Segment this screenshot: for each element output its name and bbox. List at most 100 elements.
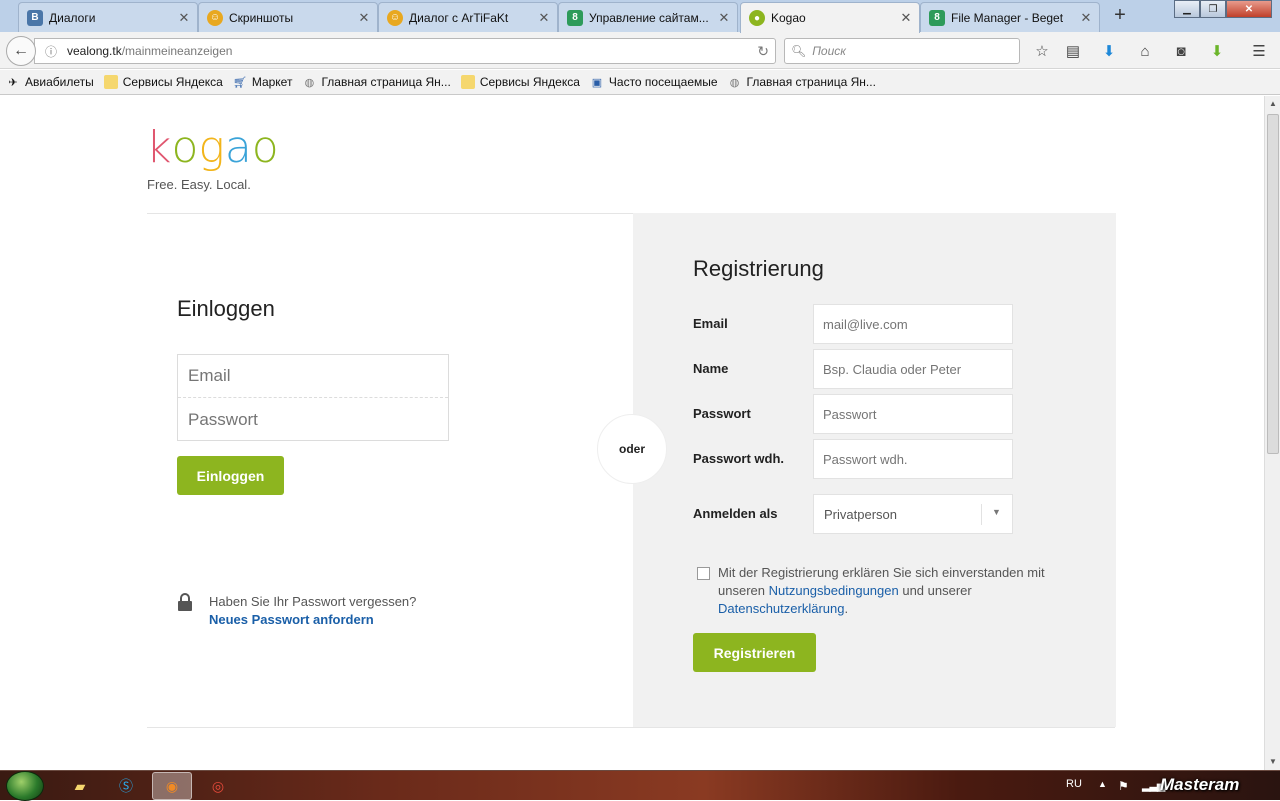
download-helper-icon[interactable]: ⬇ bbox=[1206, 40, 1228, 62]
info-icon[interactable]: ⓘ bbox=[41, 43, 61, 60]
close-window-button[interactable]: ✕ bbox=[1226, 0, 1272, 18]
chrome-icon[interactable]: ◎ bbox=[198, 772, 238, 800]
tab-strip: B Диалоги ✕ ☺ Скриншоты ✕ ☺ Диалог с ArT… bbox=[0, 0, 1280, 33]
registration-title: Registrierung bbox=[693, 256, 824, 281]
tab-screenshots[interactable]: ☺ Скриншоты ✕ bbox=[198, 2, 378, 32]
scroll-thumb[interactable] bbox=[1267, 114, 1279, 454]
reload-icon[interactable]: ↻ bbox=[757, 43, 769, 60]
tray-expand-icon[interactable]: ▲ bbox=[1098, 779, 1107, 789]
home-icon[interactable]: ⌂ bbox=[1134, 40, 1156, 62]
tab-file-manager[interactable]: 8 File Manager - Beget ✕ bbox=[920, 2, 1100, 32]
close-icon[interactable]: ✕ bbox=[717, 10, 731, 26]
register-button[interactable]: Registrieren bbox=[693, 633, 816, 672]
windows-taskbar: ▰ Ⓢ ◉ ◎ RU ▲ ⚑ ▂▃▅ Masteram bbox=[0, 770, 1280, 801]
account-type-label: Anmelden als bbox=[693, 506, 778, 521]
folder-icon bbox=[103, 75, 118, 89]
smiley-icon: ☺ bbox=[387, 9, 403, 26]
new-tab-button[interactable]: + bbox=[1108, 4, 1132, 28]
search-bar[interactable]: 🔍︎ Поиск bbox=[784, 38, 1020, 64]
login-button[interactable]: Einloggen bbox=[177, 456, 284, 495]
close-icon[interactable]: ✕ bbox=[537, 10, 551, 26]
tab-dialogi[interactable]: B Диалоги ✕ bbox=[18, 2, 198, 32]
scroll-up-arrow[interactable]: ▲ bbox=[1265, 96, 1280, 112]
forgot-password-text: Haben Sie Ihr Passwort vergessen? bbox=[209, 594, 417, 609]
bookmark-label: Сервисы Яндекса bbox=[479, 75, 580, 89]
scroll-down-arrow[interactable]: ▼ bbox=[1265, 754, 1280, 770]
watermark-logo: Masteram bbox=[1160, 775, 1240, 794]
footer-divider bbox=[147, 727, 1115, 728]
pocket-icon[interactable]: ◙ bbox=[1170, 40, 1192, 62]
bookmark-yandex-services[interactable]: Сервисы Яндекса bbox=[103, 75, 223, 89]
url-text[interactable]: vealong.tk/mainmeineanzeigen bbox=[67, 44, 232, 58]
login-title: Einloggen bbox=[177, 296, 275, 321]
bookmark-market[interactable]: 🛒︎ Маркет bbox=[233, 75, 293, 89]
tab-site-management[interactable]: 8 Управление сайтам... ✕ bbox=[558, 2, 738, 32]
bookmark-aviabilety[interactable]: ✈ Авиабилеты bbox=[6, 75, 94, 89]
download-icon[interactable]: ⬇ bbox=[1098, 40, 1120, 62]
login-form bbox=[177, 354, 449, 441]
tagline: Free. Easy. Local. bbox=[147, 177, 251, 192]
page-scrollbar[interactable]: ▲ ▼ bbox=[1264, 96, 1280, 770]
minimize-button[interactable]: ▁ bbox=[1174, 0, 1200, 18]
back-arrow-icon: ← bbox=[13, 42, 29, 59]
login-email-input[interactable] bbox=[178, 355, 448, 398]
bookmark-most-visited[interactable]: ▣ Часто посещаемые bbox=[590, 75, 718, 89]
bookmark-label: Авиабилеты bbox=[25, 75, 94, 89]
url-path: /mainmeineanzeigen bbox=[121, 44, 233, 58]
firefox-icon[interactable]: ◉ bbox=[152, 772, 192, 800]
bookmark-label: Главная страница Ян... bbox=[321, 75, 451, 89]
globe-icon: ◍ bbox=[729, 76, 740, 89]
close-icon[interactable]: ✕ bbox=[899, 10, 913, 26]
close-icon[interactable]: ✕ bbox=[177, 10, 191, 26]
reading-list-icon[interactable]: ▤ bbox=[1062, 40, 1084, 62]
request-new-password-link[interactable]: Neues Passwort anfordern bbox=[209, 612, 374, 627]
login-password-input[interactable] bbox=[178, 398, 448, 441]
logo-letter: g bbox=[198, 122, 225, 173]
lock-icon: ● bbox=[749, 10, 765, 26]
bookmarks-bar: ✈ Авиабилеты Сервисы Яндекса 🛒︎ Маркет ◍ Гл… bbox=[0, 70, 1280, 95]
reg-password-repeat-label: Passwort wdh. bbox=[693, 451, 785, 466]
account-type-select[interactable]: Privatperson ▼ bbox=[813, 494, 1013, 534]
reg-password-input[interactable] bbox=[813, 394, 1013, 434]
account-type-value: Privatperson bbox=[824, 506, 897, 522]
logo-letter: o bbox=[251, 122, 279, 173]
reg-email-input[interactable] bbox=[813, 304, 1013, 344]
reg-password-repeat-input[interactable] bbox=[813, 439, 1013, 479]
menu-icon[interactable]: ☰ bbox=[1248, 40, 1270, 62]
bookmark-yandex-services-2[interactable]: Сервисы Яндекса bbox=[460, 75, 580, 89]
terms-link[interactable]: Nutzungsbedingungen bbox=[769, 583, 899, 598]
plane-icon: ✈ bbox=[8, 76, 18, 89]
reg-email-label: Email bbox=[693, 316, 728, 331]
maximize-button[interactable]: ❐ bbox=[1200, 0, 1226, 18]
reg-password-label: Passwort bbox=[693, 406, 751, 421]
bookmark-yandex-home-2[interactable]: ◍ Главная страница Ян... bbox=[728, 75, 876, 89]
tab-kogao[interactable]: ● Kogao ✕ bbox=[740, 2, 920, 33]
star-bookmark-icon[interactable]: ☆ bbox=[1031, 40, 1053, 62]
reg-name-input[interactable] bbox=[813, 349, 1013, 389]
action-center-flag-icon[interactable]: ⚑ bbox=[1118, 779, 1129, 793]
tab-dialog-artifakt[interactable]: ☺ Диалог с ArTiFaKt ✕ bbox=[378, 2, 558, 32]
explorer-icon[interactable]: ▰ bbox=[60, 772, 100, 800]
select-separator bbox=[981, 504, 982, 525]
logo-letter: o bbox=[171, 122, 199, 173]
bookmark-label: Маркет bbox=[251, 75, 293, 89]
tab-title: Диалог с ArTiFaKt bbox=[409, 10, 509, 25]
logo-letter: k bbox=[146, 122, 172, 173]
address-bar[interactable]: ⓘ vealong.tk/mainmeineanzeigen ↻ bbox=[34, 38, 776, 64]
kogao-logo[interactable]: kogao bbox=[146, 124, 279, 172]
chevron-down-icon: ▼ bbox=[992, 507, 1001, 517]
smiley-icon: ☺ bbox=[207, 9, 223, 26]
close-icon[interactable]: ✕ bbox=[357, 10, 371, 26]
bookmark-yandex-home[interactable]: ◍ Главная страница Ян... bbox=[302, 75, 451, 89]
folder-icon bbox=[460, 75, 475, 89]
agree-suffix: . bbox=[844, 601, 849, 616]
close-icon[interactable]: ✕ bbox=[1079, 10, 1093, 26]
privacy-link[interactable]: Datenschutzerklärung bbox=[718, 601, 844, 616]
language-indicator[interactable]: RU bbox=[1066, 778, 1082, 790]
vk-icon: B bbox=[27, 9, 43, 26]
back-button[interactable]: ← bbox=[6, 36, 36, 66]
reg-name-label: Name bbox=[693, 361, 729, 376]
skype-icon[interactable]: Ⓢ bbox=[106, 772, 146, 800]
terms-checkbox[interactable] bbox=[697, 567, 710, 580]
start-button[interactable] bbox=[6, 771, 44, 801]
